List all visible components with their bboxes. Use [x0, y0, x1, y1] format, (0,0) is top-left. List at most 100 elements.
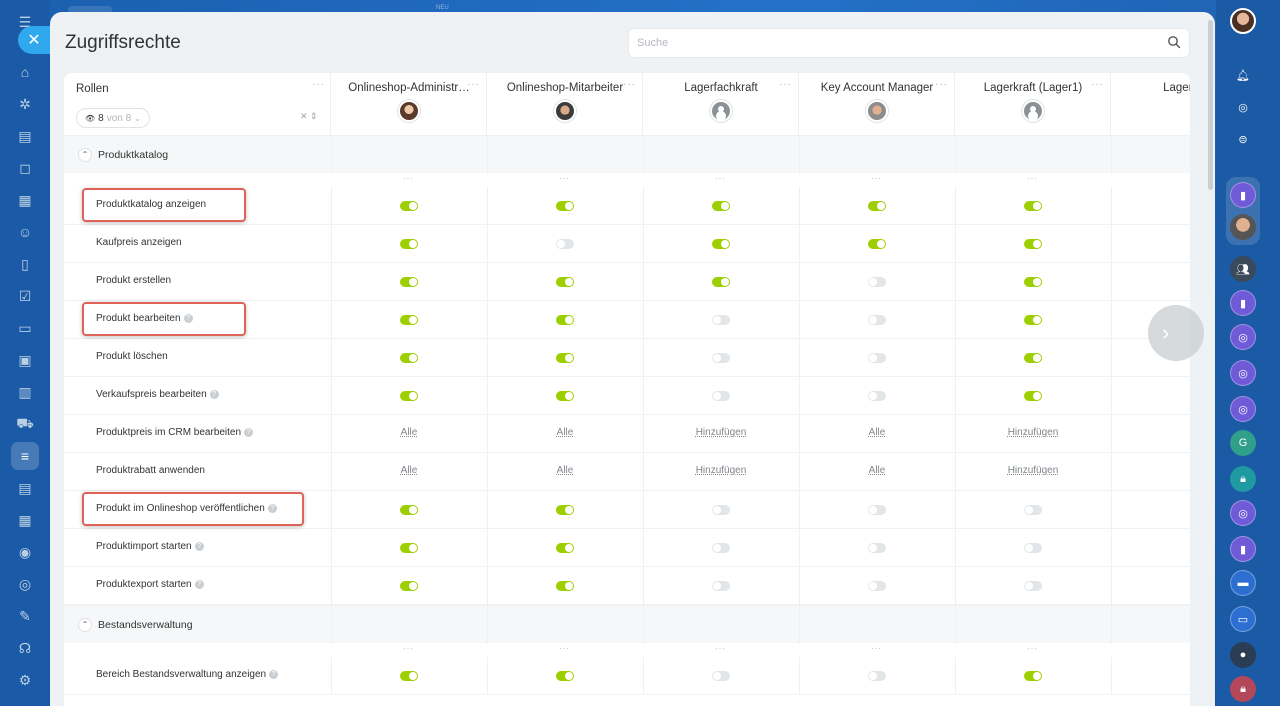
chat-bubble-icon[interactable]: ▬	[1230, 570, 1256, 596]
copilot-icon[interactable]: ◎	[1230, 94, 1256, 120]
permission-toggle-off[interactable]	[1024, 543, 1042, 553]
permission-toggle-on[interactable]	[712, 239, 730, 249]
permission-toggle-on[interactable]	[400, 315, 418, 325]
gear-icon[interactable]: ✲	[15, 94, 35, 114]
role-name[interactable]: Lagerkraft	[1111, 82, 1190, 94]
lock-icon[interactable]: 🔒︎	[1230, 466, 1256, 492]
lock-icon[interactable]: 🔒︎	[1230, 676, 1256, 702]
permission-toggle-on[interactable]	[400, 391, 418, 401]
tasks-icon[interactable]: ☑	[15, 286, 35, 306]
help-icon[interactable]: ?	[194, 541, 204, 551]
permission-toggle-on[interactable]	[1024, 277, 1042, 287]
permission-value-link[interactable]: Hinzu	[1173, 465, 1190, 476]
permission-toggle-on[interactable]	[556, 391, 574, 401]
permission-toggle-on[interactable]	[400, 201, 418, 211]
permission-toggle-off[interactable]	[868, 543, 886, 553]
permission-toggle-off[interactable]	[1024, 581, 1042, 591]
document-icon[interactable]: ▯	[15, 254, 35, 274]
section-header[interactable]: ⌃ Produktkatalog	[64, 135, 1190, 174]
permission-toggle-on[interactable]	[556, 201, 574, 211]
role-name[interactable]: Lagerfachkraft	[643, 82, 799, 94]
search-box[interactable]	[628, 28, 1190, 58]
tasks-app-icon[interactable]: ▮	[1230, 182, 1256, 208]
home-icon[interactable]: ⌂	[15, 62, 35, 82]
tasks-app-icon[interactable]: ▮	[1230, 290, 1256, 316]
more-icon[interactable]: ···	[871, 174, 882, 183]
permission-toggle-on[interactable]	[556, 581, 574, 591]
permission-toggle-on[interactable]	[1024, 315, 1042, 325]
permission-toggle-off[interactable]	[712, 505, 730, 515]
inventory-icon[interactable]: ≡	[11, 442, 39, 470]
sites-icon[interactable]: ▣	[15, 350, 35, 370]
permission-value-link[interactable]: Alle	[487, 465, 643, 476]
permission-toggle-on[interactable]	[712, 277, 730, 287]
bot-icon[interactable]: ◉	[15, 542, 35, 562]
permission-value-link[interactable]: Hinzufügen	[643, 465, 799, 476]
permission-toggle-on[interactable]	[1024, 391, 1042, 401]
scroll-right-button[interactable]: ›	[1148, 305, 1204, 361]
more-icon[interactable]: ···	[779, 79, 792, 90]
search-icon[interactable]	[1167, 35, 1181, 49]
permission-value-link[interactable]: Alle	[487, 427, 643, 438]
permission-toggle-on[interactable]	[1024, 239, 1042, 249]
headset-icon[interactable]: ☊	[15, 638, 35, 658]
timeman-icon[interactable]: ▦	[15, 510, 35, 530]
more-icon[interactable]: ···	[1027, 644, 1038, 653]
copilot-chat-icon[interactable]: ◎	[1230, 396, 1256, 422]
help-icon[interactable]: ?	[183, 313, 193, 323]
search-input[interactable]	[629, 29, 1149, 57]
permission-toggle-on[interactable]	[556, 353, 574, 363]
permission-toggle-off[interactable]	[1024, 505, 1042, 515]
role-name[interactable]: Onlineshop-Administr…	[331, 82, 487, 94]
permission-toggle-on[interactable]	[400, 239, 418, 249]
chat-icon[interactable]: ◻	[15, 158, 35, 178]
help-icon[interactable]: ?	[244, 427, 254, 437]
sign-icon[interactable]: ✎	[15, 606, 35, 626]
help-icon[interactable]: ?	[267, 503, 277, 513]
terminal-icon[interactable]: ▤	[15, 478, 35, 498]
contacts-icon[interactable]: ☺	[15, 222, 35, 242]
more-icon[interactable]: ···	[403, 644, 414, 653]
chevron-up-icon[interactable]: ⌃	[78, 148, 92, 162]
more-icon[interactable]: ···	[935, 79, 948, 90]
permission-toggle-on[interactable]	[400, 671, 418, 681]
help-icon[interactable]: ?	[209, 389, 219, 399]
copilot-chat-icon[interactable]: ◎	[1230, 324, 1256, 350]
copilot-chat-icon[interactable]: ◎	[1230, 500, 1256, 526]
group-avatar[interactable]: 👥︎	[1230, 256, 1256, 282]
permission-toggle-on[interactable]	[1024, 671, 1042, 681]
permission-toggle-on[interactable]	[400, 543, 418, 553]
permission-toggle-off[interactable]	[712, 543, 730, 553]
analytics-icon[interactable]: ▥	[15, 382, 35, 402]
permission-value-link[interactable]: Alle	[331, 465, 487, 476]
more-icon[interactable]: ···	[1091, 79, 1104, 90]
permission-toggle-off[interactable]	[868, 671, 886, 681]
permission-value-link[interactable]: Hinzufügen	[643, 427, 799, 438]
permission-toggle-off[interactable]	[712, 671, 730, 681]
permission-toggle-off[interactable]	[868, 505, 886, 515]
role-name[interactable]: Onlineshop-Mitarbeiter	[487, 82, 643, 94]
person-avatar[interactable]: ●	[1230, 642, 1256, 668]
crm-icon[interactable]: ▭	[15, 318, 35, 338]
group-g-icon[interactable]: G	[1230, 430, 1256, 456]
section-header[interactable]: ⌃ Bestandsverwaltung	[64, 605, 1190, 644]
permission-value-link[interactable]: Alle	[331, 427, 487, 438]
permission-toggle-off[interactable]	[556, 239, 574, 249]
permission-toggle-off[interactable]	[712, 391, 730, 401]
chevron-up-icon[interactable]: ⌃	[78, 618, 92, 632]
permission-toggle-off[interactable]	[868, 277, 886, 287]
permission-toggle-on[interactable]	[400, 505, 418, 515]
permission-toggle-on[interactable]	[400, 581, 418, 591]
more-icon[interactable]: ···	[559, 644, 570, 653]
permission-toggle-off[interactable]	[712, 581, 730, 591]
permission-value-link[interactable]: Hinzufügen	[955, 427, 1111, 438]
copilot-chat-icon[interactable]: ◎	[1230, 360, 1256, 386]
permission-toggle-on[interactable]	[556, 505, 574, 515]
roles-filter[interactable]: 👁︎ 8 von 8 ⌄	[76, 108, 150, 128]
permission-value-link[interactable]: Alle	[799, 427, 955, 438]
role-name[interactable]: Lagerkraft (Lager1)	[955, 82, 1111, 94]
permission-toggle-on[interactable]	[556, 543, 574, 553]
permission-toggle-off[interactable]	[712, 315, 730, 325]
permission-value-link[interactable]: Hinzu	[1173, 427, 1190, 438]
permission-toggle-on[interactable]	[868, 239, 886, 249]
